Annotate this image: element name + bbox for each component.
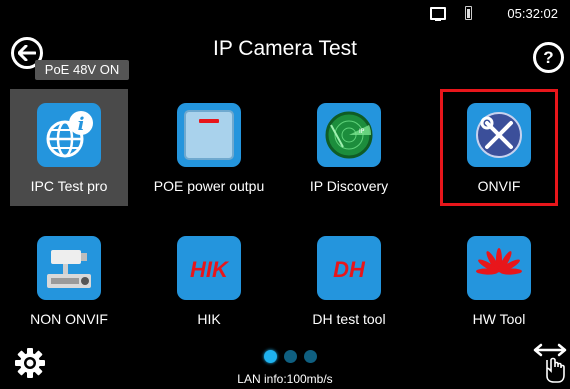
power-switch-icon	[177, 103, 241, 167]
huawei-logo-icon	[467, 236, 531, 300]
wrench-screwdriver-icon	[467, 103, 531, 167]
tile-label: HIK	[197, 311, 221, 327]
svg-text:IP: IP	[359, 128, 365, 135]
tile-label: POE power outpu	[153, 178, 265, 194]
lan-info: LAN info:100mb/s	[237, 372, 333, 386]
poe-status-badge: PoE 48V ON	[35, 60, 129, 80]
tile-label: ONVIF	[477, 178, 521, 194]
tile-dh-test-tool[interactable]: DH DH test tool	[290, 222, 408, 339]
page-title: IP Camera Test	[213, 37, 357, 60]
status-time: 05:32:02	[507, 6, 558, 21]
page-dot[interactable]	[284, 350, 297, 363]
tile-hw-tool[interactable]: HW Tool	[440, 222, 558, 339]
tile-ipc-test-pro[interactable]: i IPC Test pro	[10, 89, 128, 206]
status-bar: 05:32:02	[0, 0, 570, 26]
svg-text:DH: DH	[333, 257, 366, 282]
tile-label: IP Discovery	[309, 178, 389, 194]
tile-label: IPC Test pro	[30, 178, 108, 194]
monitor-icon	[430, 7, 446, 21]
page-dot[interactable]	[304, 350, 317, 363]
svg-text:HIK: HIK	[190, 257, 230, 282]
help-icon[interactable]: ?	[533, 42, 564, 73]
swipe-hand-icon[interactable]	[533, 340, 567, 389]
tile-label: HW Tool	[472, 311, 526, 327]
svg-text:i: i	[78, 114, 85, 135]
globe-info-icon: i	[37, 103, 101, 167]
battery-icon	[465, 6, 472, 20]
tile-label: DH test tool	[312, 311, 386, 327]
hik-logo-icon: HIK	[177, 236, 241, 300]
tile-ip-discovery[interactable]: IP IP Discovery	[290, 89, 408, 206]
tile-label: NON ONVIF	[30, 311, 108, 327]
tile-hik[interactable]: HIK HIK	[150, 222, 268, 339]
tile-onvif[interactable]: ONVIF	[440, 89, 558, 206]
radar-icon: IP	[317, 103, 381, 167]
page-dot-active[interactable]	[264, 350, 277, 363]
dh-logo-icon: DH	[317, 236, 381, 300]
cctv-camera-icon	[37, 236, 101, 300]
tile-poe-power-output[interactable]: POE power outpu	[150, 89, 268, 206]
tile-non-onvif[interactable]: NON ONVIF	[10, 222, 128, 339]
